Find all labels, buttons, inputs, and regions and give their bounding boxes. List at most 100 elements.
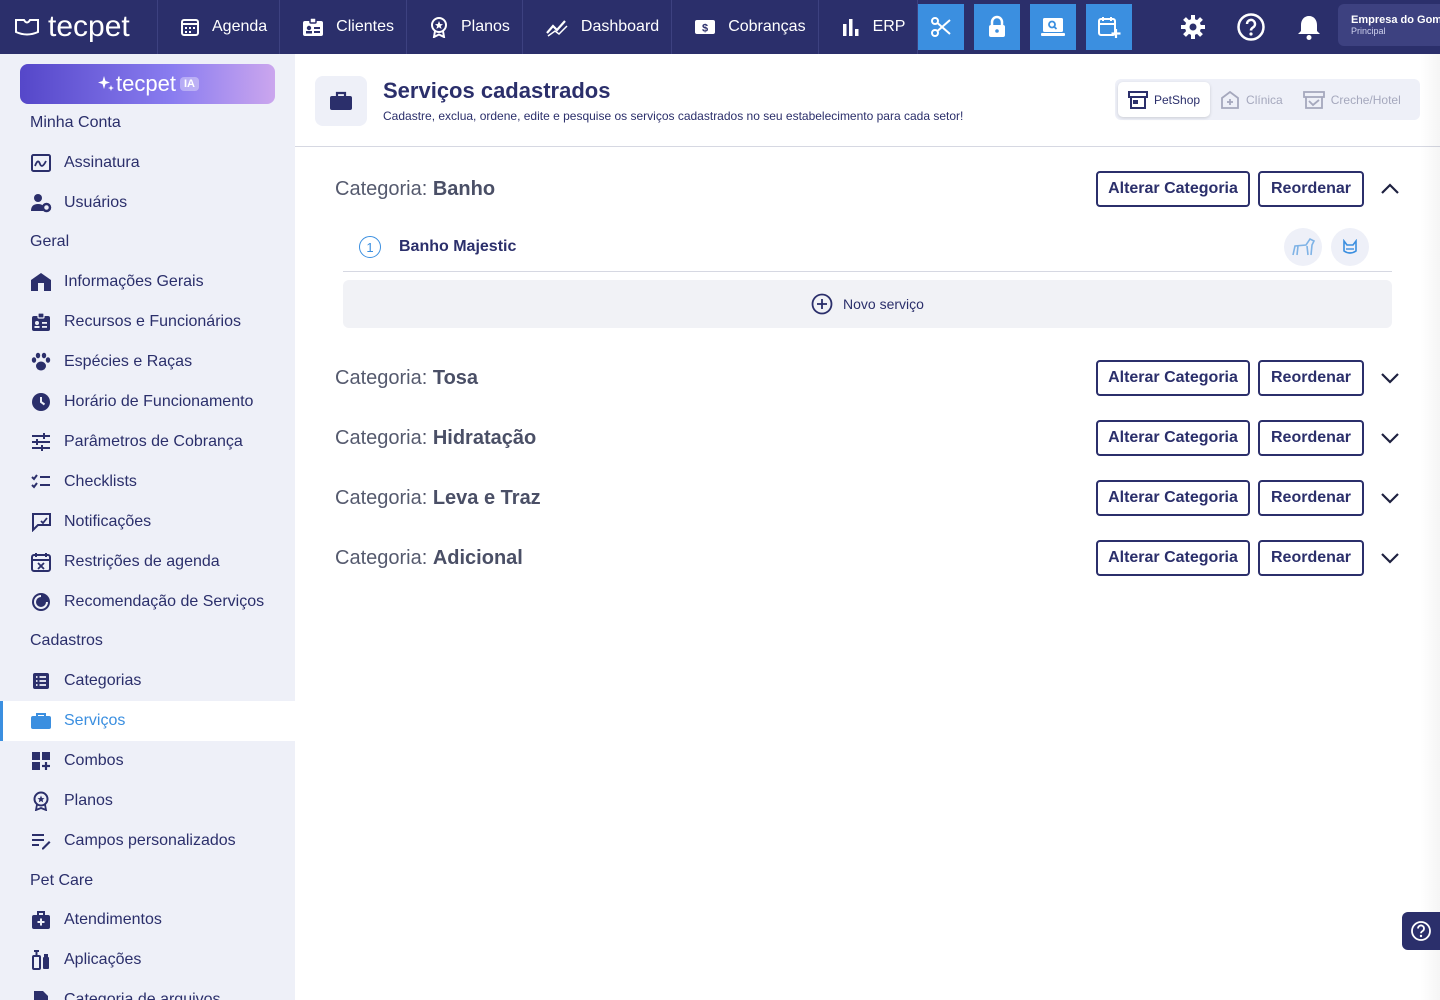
- sidebar-item-planos[interactable]: Planos: [0, 781, 295, 821]
- tecpet-ia-button[interactable]: tecpet IA: [20, 64, 275, 104]
- edit-list-icon: [30, 830, 52, 852]
- nav-dashboard[interactable]: Dashboard: [523, 0, 673, 54]
- section-geral: Geral: [30, 233, 70, 250]
- category-title: Categoria: Leva e Traz: [335, 487, 541, 510]
- category-name: Adicional: [432, 547, 523, 569]
- expand-toggle[interactable]: [1378, 546, 1402, 570]
- sidebar-item-label: Usuários: [64, 194, 128, 211]
- nav-cobrancas-label: Cobranças: [728, 18, 806, 35]
- sidebar-item-restricoes[interactable]: Restrições de agenda: [0, 542, 295, 582]
- sidebar-item-assinatura[interactable]: Assinatura: [0, 143, 295, 183]
- nav-clientes-label: Clientes: [336, 18, 394, 35]
- message-check-icon: [30, 511, 52, 533]
- storefront-icon: [1128, 90, 1148, 109]
- category-row-tosa: Categoria: Tosa Alterar Categoria Reorde…: [335, 359, 1415, 399]
- sparkle-icon: [98, 76, 115, 91]
- logo-text: tecpet: [48, 10, 130, 43]
- sidebar-item-label: Campos personalizados: [64, 832, 236, 849]
- alter-category-button[interactable]: Alterar Categoria: [1096, 360, 1250, 396]
- notifications-button[interactable]: [1280, 0, 1338, 54]
- alter-category-button[interactable]: Alterar Categoria: [1096, 540, 1250, 576]
- sector-label: Creche/Hotel: [1330, 92, 1401, 107]
- syringe-icon: [30, 949, 52, 971]
- tecpet-logo-icon: [15, 19, 39, 36]
- store-icon: [30, 271, 52, 293]
- category-name: Tosa: [432, 367, 479, 389]
- help-button[interactable]: [1222, 0, 1280, 54]
- nav-erp[interactable]: ERP: [819, 0, 919, 54]
- sidebar-item-combos[interactable]: Combos: [0, 741, 295, 781]
- reorder-button[interactable]: Reordenar: [1258, 171, 1364, 207]
- briefcase-icon: [30, 710, 52, 732]
- sidebar-item-notificacoes[interactable]: Notificações: [0, 502, 295, 542]
- sidebar-item-horario[interactable]: Horário de Funcionamento: [0, 382, 295, 422]
- sidebar-item-label: Assinatura: [64, 154, 140, 171]
- sidebar-item-atendimentos[interactable]: Atendimentos: [0, 900, 295, 940]
- nav-cobrancas[interactable]: $ Cobranças: [672, 0, 819, 54]
- sidebar-item-especies[interactable]: Espécies e Raças: [0, 342, 295, 382]
- new-service-button[interactable]: Novo serviço: [343, 280, 1392, 328]
- reorder-button[interactable]: Reordenar: [1258, 420, 1364, 456]
- expand-toggle[interactable]: [1378, 486, 1402, 510]
- expand-toggle[interactable]: [1378, 426, 1402, 450]
- chevron-down-icon: [1381, 553, 1399, 564]
- bell-icon: [1298, 16, 1321, 40]
- calendar-icon: [181, 19, 199, 36]
- settings-button[interactable]: [1164, 0, 1222, 54]
- category-prefix: Categoria:: [335, 547, 428, 569]
- reorder-button[interactable]: Reordenar: [1258, 480, 1364, 516]
- money-icon: $: [695, 20, 716, 35]
- nav-agenda[interactable]: Agenda: [158, 0, 281, 54]
- floating-help-button[interactable]: [1402, 912, 1440, 950]
- sidebar-item-label: Informações Gerais: [64, 273, 204, 290]
- service-name: Banho Majestic: [399, 238, 517, 255]
- sidebar-item-label: Parâmetros de Cobrança: [64, 433, 243, 450]
- dog-service-button[interactable]: [1284, 228, 1322, 266]
- expand-toggle[interactable]: [1378, 366, 1402, 390]
- sidebar-item-usuarios[interactable]: Usuários: [0, 183, 295, 223]
- sidebar-item-label: Recomendação de Serviços: [64, 593, 265, 610]
- sector-tab-petshop[interactable]: PetShop: [1118, 82, 1211, 117]
- category-prefix: Categoria:: [335, 178, 428, 200]
- quick-calendar-plus-button[interactable]: [1086, 4, 1133, 50]
- quick-scissors-button[interactable]: [918, 4, 965, 50]
- sector-switcher: PetShop Clínica Creche/Hotel: [1115, 79, 1420, 120]
- company-selector[interactable]: Empresa do Gomes Principal: [1338, 4, 1440, 46]
- sector-label: PetShop: [1154, 92, 1201, 107]
- nav-clientes[interactable]: Clientes: [280, 0, 407, 54]
- quick-screen-search-button[interactable]: [1030, 4, 1077, 50]
- reorder-button[interactable]: Reordenar: [1258, 360, 1364, 396]
- alter-category-button[interactable]: Alterar Categoria: [1096, 171, 1250, 207]
- category-title: Categoria: Tosa: [335, 367, 478, 390]
- sidebar-item-label: Aplicações: [64, 951, 142, 968]
- sector-tab-clinica[interactable]: Clínica: [1210, 82, 1293, 117]
- sidebar-item-categorias[interactable]: Categorias: [0, 661, 295, 701]
- service-row[interactable]: 1 Banho Majestic: [343, 224, 1392, 272]
- cat-service-button[interactable]: [1331, 228, 1369, 266]
- sidebar-item-categoria-arquivos[interactable]: Categoria de arquivos: [0, 980, 295, 1000]
- category-title: Categoria: Hidratação: [335, 427, 536, 450]
- sidebar-item-aplicacoes[interactable]: Aplicações: [0, 940, 295, 980]
- quick-lock-button[interactable]: [974, 4, 1021, 50]
- collapse-toggle[interactable]: [1378, 177, 1402, 201]
- sidebar-item-recursos[interactable]: Recursos e Funcionários: [0, 302, 295, 342]
- sector-tab-creche-hotel[interactable]: Creche/Hotel: [1293, 82, 1411, 117]
- nav-planos[interactable]: Planos: [407, 0, 523, 54]
- alter-category-button[interactable]: Alterar Categoria: [1096, 480, 1250, 516]
- sidebar-item-label: Categoria de arquivos: [64, 991, 221, 1000]
- sidebar-item-recomendacao[interactable]: Recomendação de Serviços: [0, 582, 295, 622]
- checklist-icon: [30, 471, 52, 493]
- sidebar-item-checklists[interactable]: Checklists: [0, 462, 295, 502]
- sidebar-item-servicos[interactable]: Serviços: [0, 701, 295, 741]
- alter-category-button[interactable]: Alterar Categoria: [1096, 420, 1250, 456]
- sector-label: Clínica: [1246, 92, 1283, 107]
- tecpet-logo[interactable]: tecpet: [0, 0, 158, 54]
- reorder-button[interactable]: Reordenar: [1258, 540, 1364, 576]
- scroll-shadow: [1420, 54, 1440, 1000]
- sidebar-item-campos[interactable]: Campos personalizados: [0, 821, 295, 861]
- sidebar-item-informacoes-gerais[interactable]: Informações Gerais: [0, 262, 295, 302]
- sidebar-item-parametros[interactable]: Parâmetros de Cobrança: [0, 422, 295, 462]
- page-subtitle: Cadastre, exclua, ordene, edite e pesqui…: [383, 109, 964, 123]
- signature-icon: [30, 152, 52, 174]
- sidebar: tecpet IA Minha Conta Assinatura Usuário…: [0, 54, 295, 1000]
